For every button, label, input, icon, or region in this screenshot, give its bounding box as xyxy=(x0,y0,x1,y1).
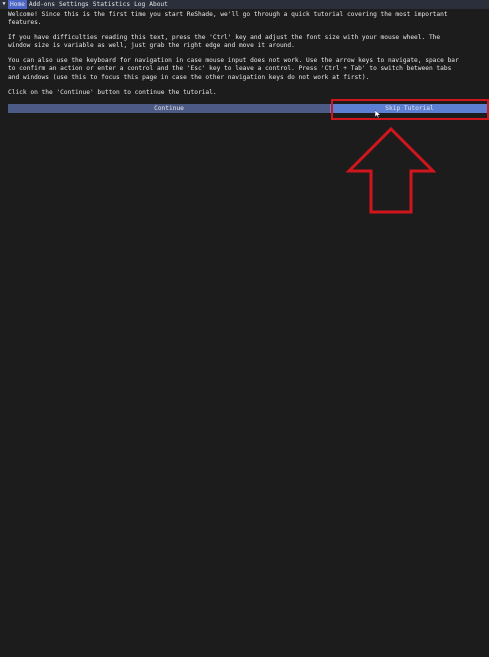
tab-home[interactable]: Home xyxy=(8,0,27,9)
font-size-paragraph: If you have difficulties reading this te… xyxy=(8,34,441,50)
keyboard-navigation-paragraph: You can also use the keyboard for naviga… xyxy=(8,57,459,81)
continue-button[interactable]: Continue xyxy=(8,104,330,113)
welcome-paragraph: Welcome! Since this is the first time yo… xyxy=(8,11,448,27)
skip-tutorial-button[interactable]: Skip Tutorial xyxy=(330,104,489,113)
collapse-arrow-icon[interactable]: ▼ xyxy=(0,0,8,9)
tab-settings[interactable]: Settings xyxy=(57,0,91,9)
tab-add-ons[interactable]: Add-ons xyxy=(27,0,57,9)
reshade-overlay-window: ▼ Home Add-ons Settings Statistics Log A… xyxy=(0,0,489,657)
tab-log[interactable]: Log xyxy=(132,0,147,9)
continue-instruction-paragraph: Click on the 'Continue' button to contin… xyxy=(8,88,217,96)
tutorial-text: Welcome! Since this is the first time yo… xyxy=(8,11,484,104)
tab-statistics[interactable]: Statistics xyxy=(91,0,132,9)
up-arrow-annotation-icon xyxy=(346,127,436,214)
tab-about[interactable]: About xyxy=(147,0,170,9)
mouse-cursor-icon xyxy=(375,110,381,118)
tutorial-button-row: Continue Skip Tutorial xyxy=(8,104,489,113)
tab-bar: ▼ Home Add-ons Settings Statistics Log A… xyxy=(0,0,489,9)
